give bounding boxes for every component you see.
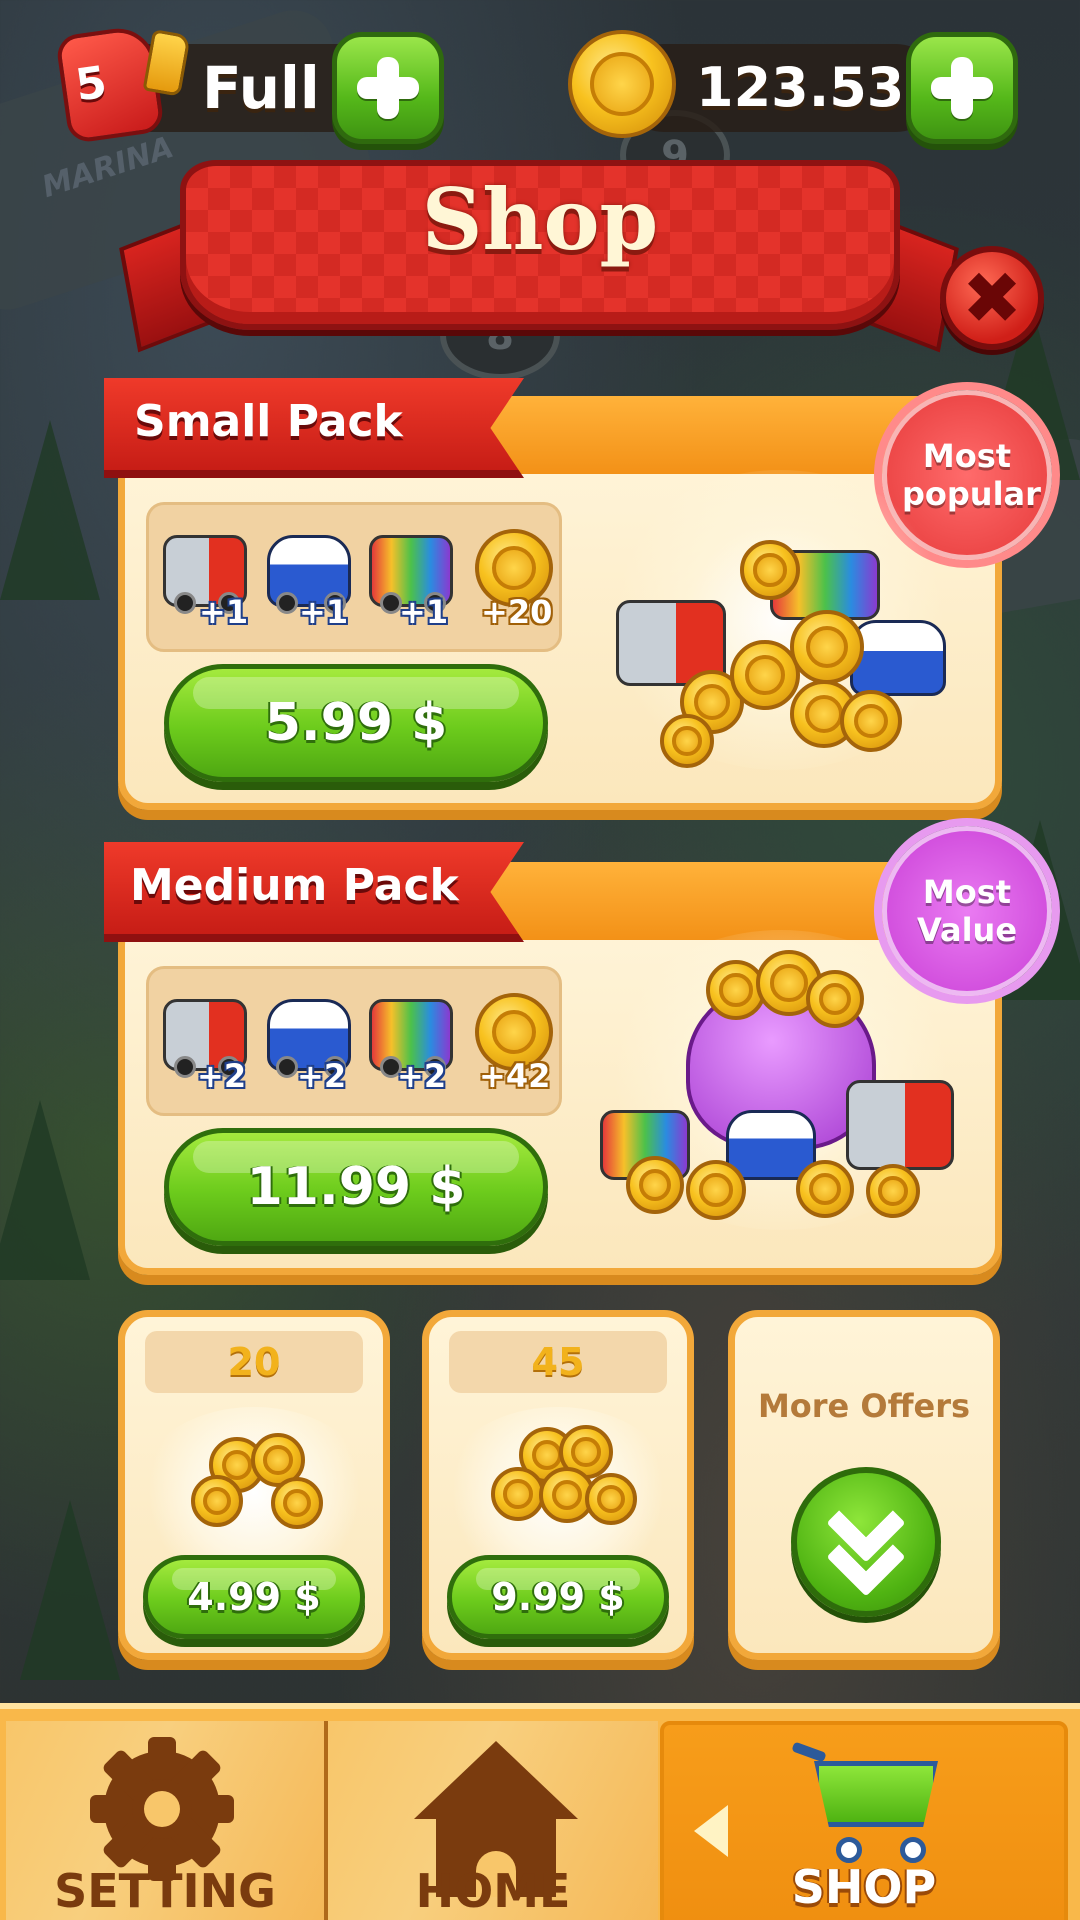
tow-truck-icon bbox=[846, 1080, 954, 1170]
badge-text: Most Value bbox=[916, 873, 1018, 949]
item-qty: +1 bbox=[399, 593, 449, 631]
fuel-count: 5 bbox=[72, 56, 110, 112]
buy-small-pack-button[interactable]: 5.99 $ bbox=[164, 664, 548, 782]
close-button[interactable]: ✖ bbox=[940, 246, 1044, 350]
more-offers-button[interactable] bbox=[791, 1467, 941, 1617]
pack-name: Small Pack bbox=[134, 396, 403, 447]
coin-icon bbox=[491, 1467, 545, 1521]
gear-icon bbox=[90, 1737, 234, 1881]
pack-items: +1 +1 +1 +20 bbox=[146, 502, 562, 652]
more-offers-label: More Offers bbox=[757, 1387, 971, 1425]
item-qty: +1 bbox=[299, 593, 349, 631]
coin-icon bbox=[660, 714, 714, 768]
background-tree bbox=[0, 1100, 90, 1280]
fuel-status: Full bbox=[202, 54, 320, 122]
glow bbox=[135, 1407, 373, 1577]
coin-icon bbox=[796, 1160, 854, 1218]
coin-icon bbox=[626, 1156, 684, 1214]
coin-icon bbox=[686, 1160, 746, 1220]
nav-item-home[interactable]: HOME bbox=[328, 1721, 658, 1920]
coin-icon bbox=[866, 1164, 920, 1218]
coin-offer-20: 20 4.99 $ bbox=[118, 1310, 390, 1660]
medium-pack-art bbox=[596, 930, 966, 1230]
nav-label: SHOP bbox=[791, 1860, 937, 1914]
arrow-left-icon bbox=[694, 1805, 728, 1857]
item-qty: +2 bbox=[297, 1057, 347, 1095]
coin-offer-amount: 45 bbox=[449, 1331, 667, 1393]
coin-icon bbox=[191, 1475, 243, 1527]
coin-offer-amount: 20 bbox=[145, 1331, 363, 1393]
fuel-can-icon: 5 bbox=[54, 23, 191, 145]
nav-item-setting[interactable]: SETTING bbox=[6, 1721, 324, 1920]
add-coins-button[interactable] bbox=[906, 32, 1018, 144]
background-tree bbox=[0, 420, 100, 600]
coin-offer-45: 45 9.99 $ bbox=[422, 1310, 694, 1660]
buy-45-coins-button[interactable]: 9.99 $ bbox=[447, 1555, 669, 1639]
pack-name: Medium Pack bbox=[130, 860, 459, 911]
close-icon: ✖ bbox=[961, 256, 1023, 340]
more-offers-tile[interactable]: More Offers bbox=[728, 1310, 1000, 1660]
coin-icon bbox=[806, 970, 864, 1028]
item-qty: +42 bbox=[479, 1057, 551, 1095]
nav-item-shop[interactable]: SHOP bbox=[660, 1721, 1068, 1920]
bottom-nav: SETTING HOME SHOP bbox=[0, 1703, 1080, 1920]
price-label: 4.99 $ bbox=[187, 1575, 321, 1619]
nav-label: SETTING bbox=[54, 1864, 276, 1918]
coin-icon bbox=[585, 1473, 637, 1525]
coin-icon bbox=[790, 610, 864, 684]
pack-items: +2 +2 +2 +42 bbox=[146, 966, 562, 1116]
item-qty: +2 bbox=[397, 1057, 447, 1095]
price-label: 5.99 $ bbox=[264, 693, 448, 753]
coin-icon bbox=[740, 540, 800, 600]
item-qty: +1 bbox=[199, 593, 249, 631]
buy-20-coins-button[interactable]: 4.99 $ bbox=[143, 1555, 365, 1639]
page-title: Shop bbox=[421, 170, 659, 269]
buy-medium-pack-button[interactable]: 11.99 $ bbox=[164, 1128, 548, 1246]
nav-label: HOME bbox=[415, 1864, 571, 1918]
small-pack-art bbox=[600, 470, 960, 770]
background-tree bbox=[20, 1500, 120, 1680]
item-qty: +20 bbox=[481, 593, 553, 631]
coin-icon bbox=[840, 690, 902, 752]
coin-icon bbox=[568, 30, 676, 138]
price-label: 9.99 $ bbox=[491, 1575, 625, 1619]
coin-icon bbox=[271, 1477, 323, 1529]
item-qty: +2 bbox=[197, 1057, 247, 1095]
add-fuel-button[interactable] bbox=[332, 32, 444, 144]
police-car-icon bbox=[850, 620, 946, 696]
price-label: 11.99 $ bbox=[246, 1157, 466, 1217]
